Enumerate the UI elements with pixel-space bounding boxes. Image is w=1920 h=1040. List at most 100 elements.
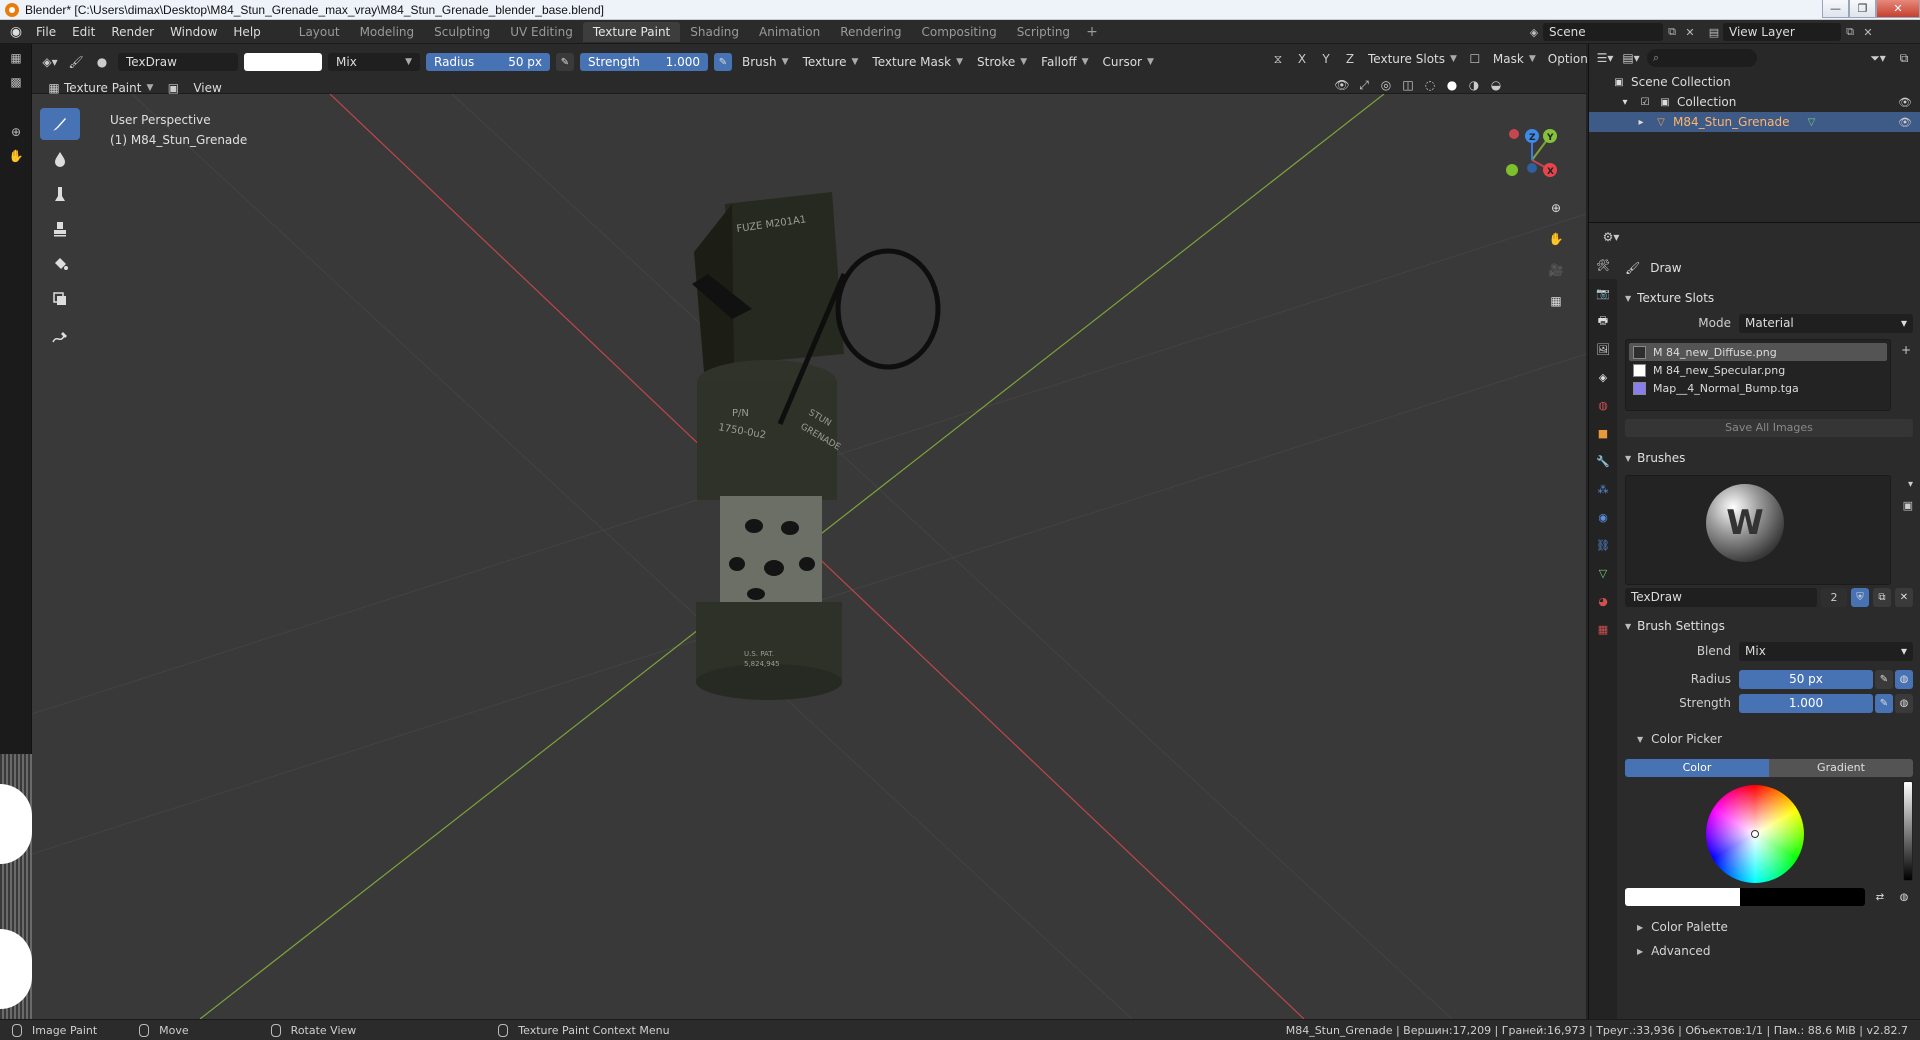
add-workspace-button[interactable]: +: [1080, 24, 1104, 40]
brushes-panel-header[interactable]: ▼ Brushes: [1621, 445, 1919, 471]
new-collection-icon[interactable]: ⧉: [1894, 49, 1914, 67]
save-all-images-button[interactable]: Save All Images: [1625, 419, 1913, 437]
mask-toggle-checkbox[interactable]: ☐: [1465, 50, 1485, 68]
strength-pressure-icon[interactable]: ✎: [1875, 693, 1893, 713]
3d-viewport[interactable]: FUZE M201A1 P/N 1750-0u2 STUN GRENADE U.…: [32, 94, 1586, 1019]
minimize-button[interactable]: —: [1822, 0, 1849, 18]
blender-logo-icon[interactable]: ◉: [4, 24, 28, 40]
scene-icon[interactable]: ◈: [1525, 23, 1543, 41]
tab-compositing[interactable]: Compositing: [911, 22, 1006, 42]
view-icon[interactable]: ▩: [4, 72, 28, 92]
navigation-gizmo[interactable]: X Y Z: [1482, 120, 1562, 190]
view-layer-tab-icon[interactable]: 🖼: [1589, 335, 1617, 363]
menu-edit[interactable]: Edit: [64, 25, 103, 39]
brush-settings-panel-header[interactable]: ▼ Brush Settings: [1621, 613, 1919, 639]
zoom-icon[interactable]: ⊕: [1542, 194, 1570, 222]
fake-user-shield-icon[interactable]: ⛨: [1851, 587, 1869, 607]
mirror-y-toggle[interactable]: Y: [1316, 50, 1336, 68]
object-tab-icon[interactable]: ■: [1589, 419, 1617, 447]
material-tab-icon[interactable]: ◕: [1589, 587, 1617, 615]
blend-mode-dropdown[interactable]: Mix ▼: [328, 53, 420, 71]
strength-unit-icon[interactable]: ◍: [1895, 693, 1913, 713]
texture-slots-menu[interactable]: Texture Slots ▼: [1364, 50, 1461, 68]
unlink-brush-icon[interactable]: ✕: [1895, 587, 1913, 607]
constraints-tab-icon[interactable]: ⛓: [1589, 531, 1617, 559]
tab-animation[interactable]: Animation: [749, 22, 830, 42]
color-picker-subpanel-header[interactable]: ▼ Color Picker: [1621, 727, 1919, 751]
gizmo-neg-x-ball[interactable]: [1509, 129, 1519, 139]
swap-colors-icon[interactable]: ⇄: [1871, 888, 1889, 907]
outliner-row-grenade[interactable]: ▸ ▽ M84_Stun_Grenade ▽ 👁: [1589, 112, 1920, 132]
tab-sculpting[interactable]: Sculpting: [424, 22, 500, 42]
brush-name-field[interactable]: TexDraw: [118, 53, 238, 71]
output-tab-icon[interactable]: 🖶: [1589, 307, 1617, 335]
tab-modeling[interactable]: Modeling: [350, 22, 425, 42]
tool-tab-icon[interactable]: 🛠: [1589, 251, 1617, 279]
tab-texture-paint[interactable]: Texture Paint: [582, 21, 681, 42]
brush-color-swatch[interactable]: [244, 53, 322, 71]
view-layer-field[interactable]: View Layer: [1723, 23, 1841, 41]
strength-slider[interactable]: 1.000: [1739, 693, 1873, 713]
brush-preview-box[interactable]: W: [1625, 475, 1891, 585]
zoom-icon[interactable]: ⊕: [4, 122, 28, 142]
advanced-subpanel-header[interactable]: ▶ Advanced: [1621, 939, 1919, 963]
checkbox-icon[interactable]: ☑: [1637, 95, 1653, 109]
render-tab-icon[interactable]: 📷: [1589, 279, 1617, 307]
new-view-layer-icon[interactable]: ⧉: [1841, 23, 1859, 41]
color-wheel-cursor[interactable]: [1751, 830, 1759, 838]
scene-name-field[interactable]: Scene: [1543, 23, 1663, 41]
annotate-tool-button[interactable]: [40, 321, 80, 353]
pan-hand-icon[interactable]: ✋: [4, 146, 28, 166]
tab-shading[interactable]: Shading: [680, 22, 749, 42]
wireframe-shading-icon[interactable]: ◌: [1420, 76, 1440, 94]
tab-scripting[interactable]: Scripting: [1007, 22, 1080, 42]
clone-tool-button[interactable]: [40, 213, 80, 245]
brush-name-field[interactable]: TexDraw: [1625, 587, 1817, 607]
pan-hand-icon[interactable]: ✋: [1542, 225, 1570, 253]
radius-pressure-icon[interactable]: ✎: [556, 53, 574, 71]
tab-rendering[interactable]: Rendering: [830, 22, 911, 42]
menu-file[interactable]: File: [28, 25, 64, 39]
strength-pressure-icon[interactable]: ✎: [714, 53, 732, 71]
tab-gradient[interactable]: Gradient: [1769, 759, 1913, 777]
tab-color[interactable]: Color: [1625, 759, 1769, 777]
radius-pressure-icon[interactable]: ✎: [1875, 669, 1893, 689]
brush-users-count[interactable]: 2: [1821, 587, 1847, 607]
mirror-z-toggle[interactable]: Z: [1340, 50, 1360, 68]
duplicate-brush-icon[interactable]: ⧉: [1873, 587, 1891, 607]
gizmo-neg-y-ball[interactable]: [1506, 164, 1518, 176]
blend-dropdown[interactable]: Mix ▾: [1739, 641, 1913, 661]
brush-menu[interactable]: Brush ▼: [738, 53, 793, 71]
delete-scene-icon[interactable]: ✕: [1681, 23, 1699, 41]
modifier-tab-icon[interactable]: 🔧: [1589, 447, 1617, 475]
add-slot-icon[interactable]: +: [1901, 343, 1911, 357]
mirror-x-toggle[interactable]: X: [1292, 50, 1312, 68]
radius-slider[interactable]: 50 px: [1739, 669, 1873, 689]
overlay-icon[interactable]: ◎: [1376, 76, 1396, 94]
texture-slot-item[interactable]: Map__4_Normal_Bump.tga: [1629, 379, 1887, 397]
outliner-row-collection[interactable]: ▾ ☑ ▣ Collection 👁: [1589, 92, 1920, 112]
xray-icon[interactable]: ◫: [1398, 76, 1418, 94]
outliner-search-input[interactable]: ⌕: [1647, 49, 1757, 67]
view-layer-icon[interactable]: ▤: [1705, 23, 1723, 41]
primary-secondary-color-swatch[interactable]: [1625, 888, 1865, 906]
color-palette-subpanel-header[interactable]: ▶ Color Palette: [1621, 915, 1919, 939]
visibility-eye-icon[interactable]: 👁: [1898, 96, 1912, 109]
texture-menu[interactable]: Texture ▼: [799, 53, 863, 71]
soften-tool-button[interactable]: [40, 143, 80, 175]
gizmo-neg-z-ball[interactable]: [1527, 163, 1537, 173]
display-mode-icon[interactable]: ▤▾: [1621, 49, 1641, 67]
chevron-right-icon[interactable]: ▸: [1633, 115, 1649, 129]
cursor-menu[interactable]: Cursor ▼: [1099, 53, 1158, 71]
mask-tool-button[interactable]: [40, 283, 80, 315]
color-unit-icon[interactable]: ◍: [1895, 888, 1913, 907]
grenade-model[interactable]: FUZE M201A1 P/N 1750-0u2 STUN GRENADE U.…: [692, 192, 941, 700]
material-shading-icon[interactable]: ◑: [1464, 76, 1484, 94]
fill-tool-button[interactable]: [40, 248, 80, 280]
editor-type-icon[interactable]: ◈▾: [40, 53, 60, 71]
maximize-button[interactable]: ❐: [1849, 0, 1876, 18]
image-icon[interactable]: ▣: [1903, 499, 1913, 512]
physics-tab-icon[interactable]: ◉: [1589, 503, 1617, 531]
close-button[interactable]: ✕: [1876, 0, 1920, 18]
texture-mode-dropdown[interactable]: Material ▾: [1739, 313, 1913, 333]
